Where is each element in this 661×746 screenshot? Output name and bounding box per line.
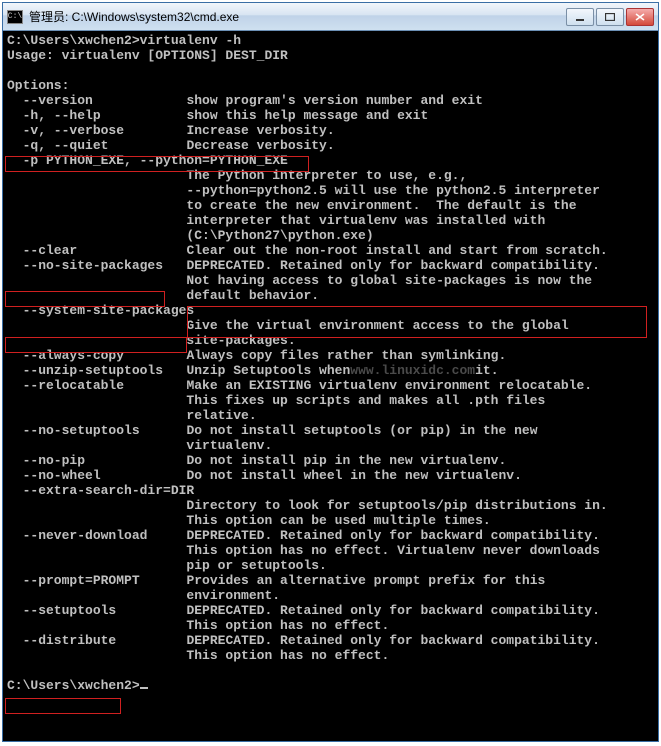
- opt-distribute-desc2: This option has no effect.: [7, 648, 389, 663]
- opt-python-desc1: The Python interpreter to use, e.g.,: [7, 168, 467, 183]
- opt-nosite-desc3: default behavior.: [7, 288, 319, 303]
- opt-unzip-desc-a: Unzip Setuptools when: [186, 363, 350, 378]
- opt-setuptools-desc1: DEPRECATED. Retained only for backward c…: [186, 603, 599, 618]
- maximize-icon: [605, 13, 615, 21]
- opt-syssite-desc2: site-packages.: [7, 333, 296, 348]
- opt-python: -p PYTHON_EXE, --python=PYTHON_EXE: [7, 153, 288, 168]
- opt-nosetup-desc1: Do not install setuptools (or pip) in th…: [186, 423, 537, 438]
- opt-nosetup: --no-setuptools: [7, 423, 186, 438]
- opt-help-desc: show this help message and exit: [186, 108, 428, 123]
- opt-nowheel: --no-wheel: [7, 468, 186, 483]
- close-icon: [635, 13, 645, 21]
- opt-verbose: -v, --verbose: [7, 123, 186, 138]
- close-button[interactable]: [626, 8, 654, 26]
- opt-distribute-desc1: DEPRECATED. Retained only for backward c…: [186, 633, 599, 648]
- maximize-button[interactable]: [596, 8, 624, 26]
- minimize-button[interactable]: [566, 8, 594, 26]
- opt-neverdl-desc3: pip or setuptools.: [7, 558, 327, 573]
- opt-nowheel-desc: Do not install wheel in the new virtuale…: [186, 468, 521, 483]
- opt-neverdl-desc1: DEPRECATED. Retained only for backward c…: [186, 528, 599, 543]
- opt-clear: --clear: [7, 243, 186, 258]
- terminal-output[interactable]: C:\Users\xwchen2>virtualenv -h Usage: vi…: [3, 31, 658, 741]
- prompt: C:\Users\xwchen2>: [7, 678, 140, 693]
- opt-nosite-desc2: Not having access to global site-package…: [7, 273, 592, 288]
- hl-distribute: [5, 698, 121, 714]
- opt-alwayscopy-desc: Always copy files rather than symlinking…: [186, 348, 506, 363]
- opt-syssite-desc1: Give the virtual environment access to t…: [7, 318, 569, 333]
- opt-prompt: --prompt=PROMPT: [7, 573, 186, 588]
- prompt: C:\Users\xwchen2>: [7, 33, 140, 48]
- usage-line: Usage: virtualenv [OPTIONS] DEST_DIR: [7, 48, 288, 63]
- opt-version-desc: show program's version number and exit: [186, 93, 482, 108]
- opt-setuptools: --setuptools: [7, 603, 186, 618]
- opt-reloc-desc3: relative.: [7, 408, 257, 423]
- opt-prompt-desc1: Provides an alternative prompt prefix fo…: [186, 573, 545, 588]
- opt-nosite-desc1: DEPRECATED. Retained only for backward c…: [186, 258, 599, 273]
- options-header: Options:: [7, 78, 69, 93]
- opt-neverdl-desc2: This option has no effect. Virtualenv ne…: [7, 543, 600, 558]
- opt-python-desc5: (C:\Python27\python.exe): [7, 228, 374, 243]
- opt-help: -h, --help: [7, 108, 186, 123]
- opt-distribute: --distribute: [7, 633, 186, 648]
- opt-version: --version: [7, 93, 186, 108]
- opt-nopip: --no-pip: [7, 453, 186, 468]
- opt-syssite: --system-site-packages: [7, 303, 194, 318]
- opt-alwayscopy: --always-copy: [7, 348, 186, 363]
- command-text: virtualenv -h: [140, 33, 241, 48]
- cursor: [140, 687, 148, 689]
- cmd-icon: C:\: [7, 10, 23, 24]
- titlebar[interactable]: C:\ 管理员: C:\Windows\system32\cmd.exe: [3, 3, 658, 31]
- opt-clear-desc: Clear out the non-root install and start…: [186, 243, 607, 258]
- opt-nosetup-desc2: virtualenv.: [7, 438, 272, 453]
- watermark-text: www.linuxidc.com: [350, 363, 475, 378]
- opt-quiet-desc: Decrease verbosity.: [186, 138, 334, 153]
- opt-reloc-desc1: Make an EXISTING virtualenv environment …: [186, 378, 592, 393]
- opt-nosite: --no-site-packages: [7, 258, 186, 273]
- opt-extrasearch: --extra-search-dir=DIR: [7, 483, 194, 498]
- opt-extrasearch-desc2: This option can be used multiple times.: [7, 513, 491, 528]
- minimize-icon: [575, 13, 585, 21]
- opt-setuptools-desc2: This option has no effect.: [7, 618, 389, 633]
- opt-reloc-desc2: This fixes up scripts and makes all .pth…: [7, 393, 545, 408]
- window-controls: [566, 8, 654, 26]
- opt-reloc: --relocatable: [7, 378, 186, 393]
- opt-prompt-desc2: environment.: [7, 588, 280, 603]
- opt-python-desc3: to create the new environment. The defau…: [7, 198, 577, 213]
- opt-extrasearch-desc1: Directory to look for setuptools/pip dis…: [7, 498, 608, 513]
- opt-unzip-desc-c: it.: [475, 363, 498, 378]
- opt-quiet: -q, --quiet: [7, 138, 186, 153]
- window-title: 管理员: C:\Windows\system32\cmd.exe: [29, 8, 560, 25]
- opt-nopip-desc: Do not install pip in the new virtualenv…: [186, 453, 506, 468]
- opt-verbose-desc: Increase verbosity.: [186, 123, 334, 138]
- opt-unzip: --unzip-setuptools: [7, 363, 186, 378]
- opt-python-desc2: --python=python2.5 will use the python2.…: [7, 183, 600, 198]
- opt-neverdl: --never-download: [7, 528, 186, 543]
- cmd-window: C:\ 管理员: C:\Windows\system32\cmd.exe C:\…: [2, 2, 659, 742]
- opt-python-desc4: interpreter that virtualenv was installe…: [7, 213, 545, 228]
